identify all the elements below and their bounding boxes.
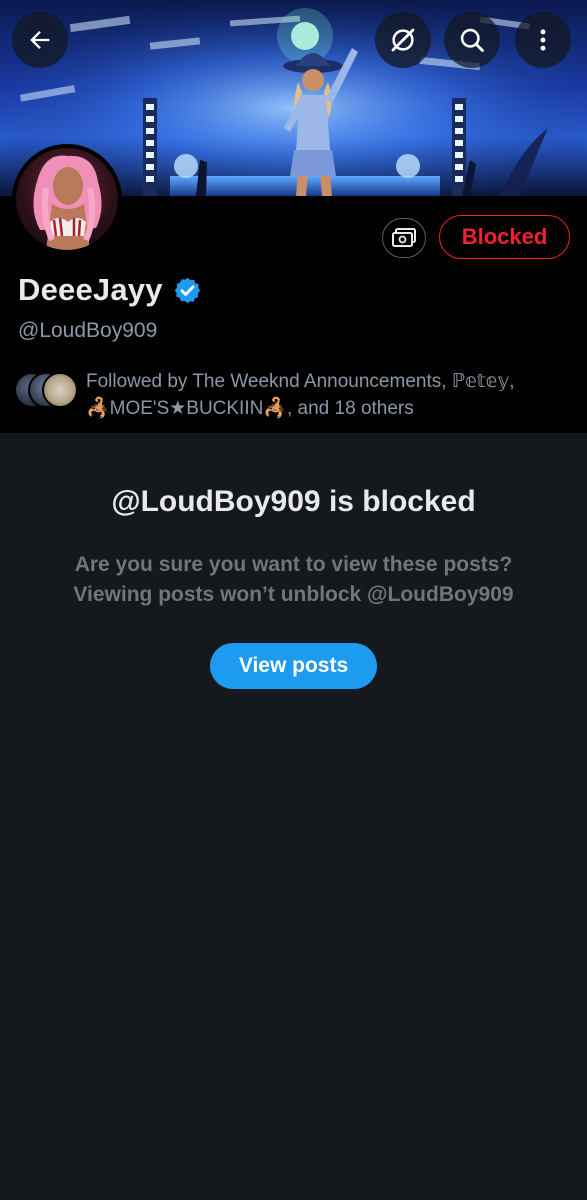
view-posts-button[interactable]: View posts [210, 643, 377, 689]
verified-badge-icon[interactable] [173, 276, 202, 305]
money-icon [392, 228, 416, 247]
followers-you-know-avatars [14, 368, 82, 408]
avatar[interactable] [12, 144, 122, 254]
follower-avatar [42, 372, 78, 408]
avatar-image [33, 155, 102, 250]
more-button[interactable] [515, 12, 571, 68]
blocked-title: @LoudBoy909 is blocked [111, 485, 476, 518]
grok-icon [391, 28, 415, 52]
more-vertical-icon [540, 29, 546, 51]
handle: @LoudBoy909 [18, 319, 158, 342]
followed-by-row[interactable]: Followed by The Weeknd Announcements, ℙ𝕖… [14, 368, 574, 422]
blocked-notice: @LoudBoy909 is blocked Are you sure you … [0, 433, 587, 1200]
display-name-row: DeeeJayy [18, 272, 202, 308]
search-button[interactable] [444, 12, 500, 68]
subscribe-icon-button[interactable] [382, 218, 426, 258]
arrow-left-icon [30, 31, 50, 49]
blocked-button[interactable]: Blocked [439, 215, 570, 259]
display-name: DeeeJayy [18, 272, 163, 307]
search-icon [460, 28, 484, 52]
grok-button[interactable] [375, 12, 431, 68]
blocked-description: Are you sure you want to view these post… [73, 553, 514, 606]
back-button[interactable] [12, 12, 68, 68]
followed-by-text: Followed by The Weeknd Announcements, ℙ𝕖… [86, 371, 515, 419]
